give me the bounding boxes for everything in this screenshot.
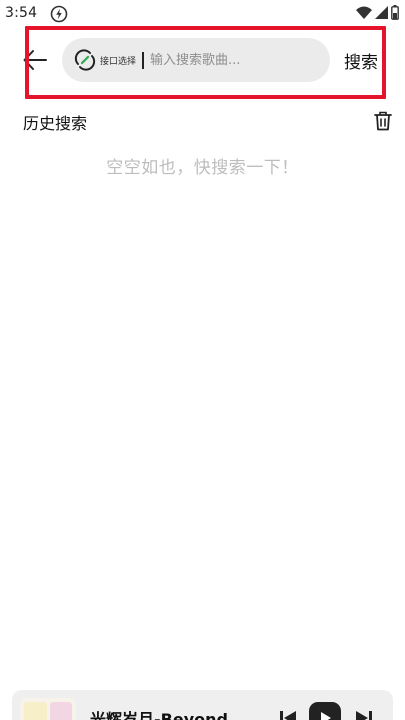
api-select-label: 接口选择 — [100, 56, 137, 67]
signal-icon — [375, 5, 388, 19]
search-button[interactable]: 搜索 — [344, 48, 378, 73]
history-title: 历史搜索 — [23, 114, 88, 133]
next-button[interactable] — [350, 704, 378, 720]
api-select-button[interactable]: 接口选择 — [74, 38, 136, 82]
play-button[interactable] — [309, 702, 341, 720]
status-icons — [356, 5, 399, 20]
album-art-tile — [49, 702, 72, 720]
battery-icon — [391, 5, 399, 20]
status-bar: 3:54 — [0, 0, 405, 28]
link-switch-icon — [74, 49, 96, 71]
status-time: 3:54 — [5, 5, 38, 21]
text-cursor — [142, 51, 145, 69]
album-art-tile — [24, 702, 47, 720]
mini-player[interactable]: 光辉岁月-Beyond — [12, 690, 393, 720]
search-bar: 接口选择 — [62, 38, 330, 82]
trash-icon — [374, 111, 392, 131]
song-title: 光辉岁月-Beyond — [90, 710, 228, 720]
back-button[interactable] — [20, 45, 50, 75]
play-icon — [321, 712, 331, 720]
clear-history-button[interactable] — [372, 110, 394, 132]
previous-button[interactable] — [274, 704, 302, 720]
search-input[interactable] — [150, 45, 330, 75]
empty-history-message: 空空如也，快搜索一下！ — [106, 158, 299, 178]
lightning-icon — [50, 5, 68, 23]
next-icon — [356, 711, 372, 720]
arrow-left-icon — [23, 50, 47, 70]
previous-icon — [280, 711, 296, 720]
album-art[interactable] — [20, 698, 76, 720]
wifi-icon — [356, 6, 372, 19]
